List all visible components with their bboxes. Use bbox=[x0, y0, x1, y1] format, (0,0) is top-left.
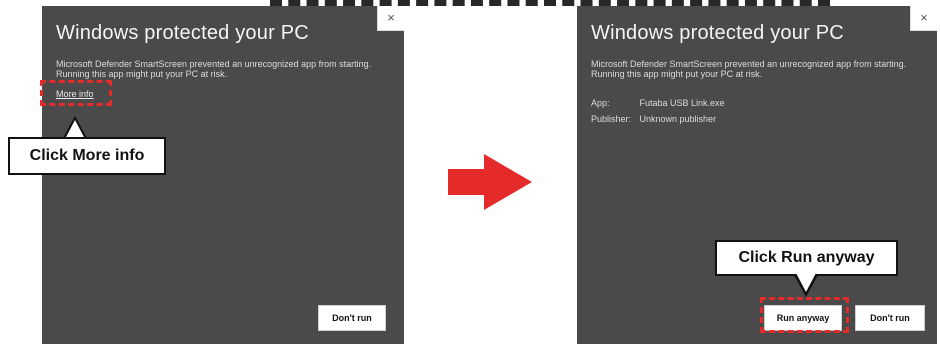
dont-run-button[interactable]: Don't run bbox=[855, 305, 925, 331]
dialog-description: Microsoft Defender SmartScreen prevented… bbox=[591, 59, 907, 79]
app-value: Futaba USB Link.exe bbox=[639, 98, 725, 108]
publisher-row: Publisher: Unknown publisher bbox=[591, 114, 716, 124]
dialog-description: Microsoft Defender SmartScreen prevented… bbox=[56, 59, 372, 79]
dont-run-button[interactable]: Don't run bbox=[318, 305, 386, 331]
publisher-value: Unknown publisher bbox=[639, 114, 717, 124]
close-icon: × bbox=[387, 10, 395, 25]
callout-run-anyway: Click Run anyway bbox=[715, 240, 898, 276]
dialog-title: Windows protected your PC bbox=[56, 22, 309, 44]
close-icon: × bbox=[920, 10, 928, 25]
dialog-title: Windows protected your PC bbox=[591, 22, 844, 44]
arrow-shaft bbox=[448, 169, 486, 195]
close-button[interactable]: × bbox=[377, 6, 404, 31]
close-button[interactable]: × bbox=[910, 6, 937, 31]
more-info-highlight bbox=[40, 80, 112, 106]
smartscreen-dialog-initial: × Windows protected your PC Microsoft De… bbox=[42, 6, 404, 344]
app-row: App: Futaba USB Link.exe bbox=[591, 98, 725, 108]
callout-pointer-fill bbox=[796, 273, 816, 292]
publisher-label: Publisher: bbox=[591, 114, 632, 124]
run-anyway-highlight bbox=[760, 297, 849, 333]
app-label: App: bbox=[591, 98, 610, 108]
callout-more-info: Click More info bbox=[8, 137, 166, 175]
smartscreen-dialog-expanded: × Windows protected your PC Microsoft De… bbox=[577, 6, 937, 344]
arrow-head bbox=[484, 154, 532, 210]
